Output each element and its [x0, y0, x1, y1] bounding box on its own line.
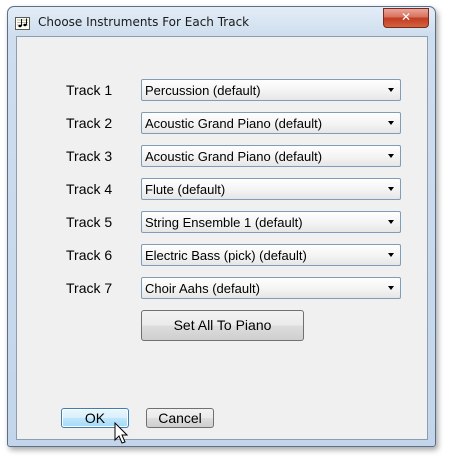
track-1-instrument-value: Percussion (default) — [145, 83, 261, 98]
chevron-down-icon — [388, 286, 394, 290]
track-5-instrument-value: String Ensemble 1 (default) — [145, 215, 303, 230]
chevron-down-icon — [388, 88, 394, 92]
track-3-label: Track 3 — [66, 148, 113, 164]
chevron-down-icon — [388, 253, 394, 257]
window-title: Choose Instruments For Each Track — [38, 15, 250, 29]
set-all-to-piano-button[interactable]: Set All To Piano — [141, 310, 304, 341]
chevron-down-icon — [388, 187, 394, 191]
mouse-pointer-icon — [114, 421, 130, 446]
track-4-instrument-value: Flute (default) — [145, 182, 226, 197]
close-icon: ✕ — [400, 10, 412, 24]
close-button[interactable]: ✕ — [383, 8, 429, 28]
track-2-label: Track 2 — [66, 115, 113, 131]
chevron-down-icon — [388, 154, 394, 158]
music-notes-icon — [15, 15, 30, 30]
dialog-content: Track 1 Percussion (default) Track 2 Aco… — [16, 36, 428, 444]
track-6-instrument-select[interactable]: Electric Bass (pick) (default) — [141, 244, 401, 266]
track-1-instrument-select[interactable]: Percussion (default) — [141, 79, 401, 101]
track-3-instrument-select[interactable]: Acoustic Grand Piano (default) — [141, 145, 401, 167]
track-2-instrument-value: Acoustic Grand Piano (default) — [145, 116, 323, 131]
chevron-down-icon — [388, 220, 394, 224]
track-6-instrument-value: Electric Bass (pick) (default) — [145, 248, 307, 263]
track-3-instrument-value: Acoustic Grand Piano (default) — [145, 149, 323, 164]
track-7-label: Track 7 — [66, 280, 113, 296]
cancel-button[interactable]: Cancel — [146, 408, 214, 428]
chevron-down-icon — [388, 121, 394, 125]
title-bar[interactable]: Choose Instruments For Each Track ✕ — [8, 7, 435, 37]
track-5-instrument-select[interactable]: String Ensemble 1 (default) — [141, 211, 401, 233]
track-7-instrument-value: Choir Aahs (default) — [145, 281, 260, 296]
track-2-instrument-select[interactable]: Acoustic Grand Piano (default) — [141, 112, 401, 134]
track-1-label: Track 1 — [66, 82, 113, 98]
track-4-label: Track 4 — [66, 181, 113, 197]
track-7-instrument-select[interactable]: Choir Aahs (default) — [141, 277, 401, 299]
track-5-label: Track 5 — [66, 214, 113, 230]
dialog-window: Choose Instruments For Each Track ✕ Trac… — [7, 6, 436, 447]
track-4-instrument-select[interactable]: Flute (default) — [141, 178, 401, 200]
track-6-label: Track 6 — [66, 247, 113, 263]
